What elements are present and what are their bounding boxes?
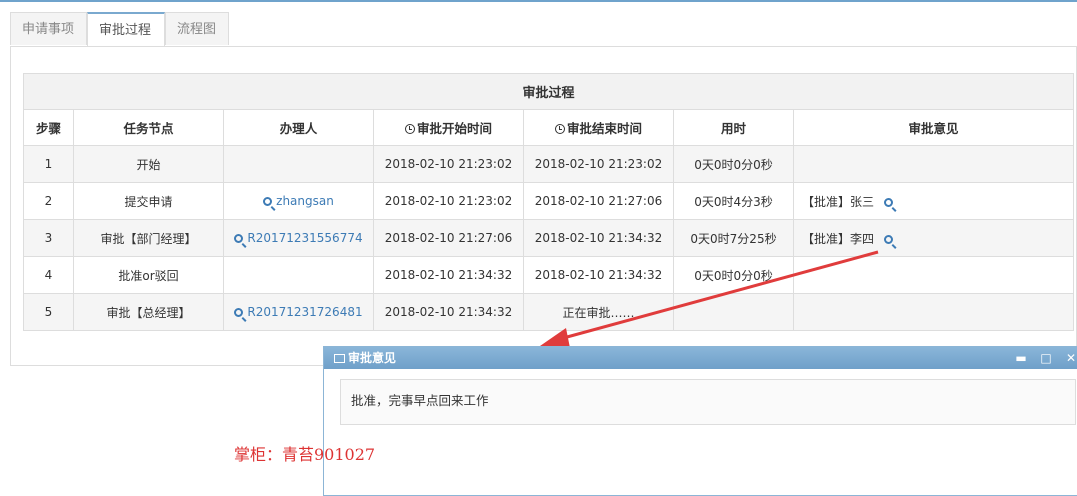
dialog-title: 审批意见	[348, 351, 397, 365]
maximize-button[interactable]: □	[1037, 347, 1055, 369]
cell-step: 3	[23, 219, 74, 257]
cell-opinion: 【批准】张三	[792, 182, 1075, 220]
search-icon	[234, 234, 244, 243]
handler-link[interactable]: zhangsan	[263, 194, 334, 208]
cell-node: 批准or驳回	[73, 256, 224, 294]
cell-node: 审批【部门经理】	[73, 219, 224, 257]
header-step: 步骤	[23, 109, 74, 146]
clock-icon	[404, 124, 415, 134]
cell-handler: R20171231726481	[223, 293, 374, 331]
cell-step: 4	[23, 256, 74, 294]
cell-handler	[223, 145, 374, 183]
cell-start-time: 2018-02-10 21:34:32	[373, 293, 524, 331]
search-icon	[263, 197, 273, 206]
cell-handler: zhangsan	[223, 182, 374, 220]
table-row: 5 审批【总经理】 R20171231726481 2018-02-10 21:…	[23, 293, 1075, 331]
cell-start-time: 2018-02-10 21:23:02	[373, 145, 524, 183]
header-handler: 办理人	[223, 109, 374, 146]
dialog-content: 批准，完事早点回来工作	[340, 379, 1076, 425]
minimize-button[interactable]: ▬	[1012, 347, 1030, 369]
watermark-text: 掌柜：青苔901027	[234, 445, 376, 464]
header-duration: 用时	[673, 109, 794, 146]
header-end-time: 审批结束时间	[523, 109, 674, 146]
cell-start-time: 2018-02-10 21:34:32	[373, 256, 524, 294]
window-icon	[334, 354, 345, 363]
search-icon[interactable]	[883, 197, 893, 207]
cell-end-time: 2018-02-10 21:23:02	[523, 145, 674, 183]
cell-step: 5	[23, 293, 74, 331]
top-border	[0, 0, 1077, 2]
cell-start-time: 2018-02-10 21:23:02	[373, 182, 524, 220]
cell-opinion	[792, 293, 1075, 331]
cell-node: 审批【总经理】	[73, 293, 224, 331]
header-start-time: 审批开始时间	[373, 109, 524, 146]
cell-step: 2	[23, 182, 74, 220]
close-button[interactable]: ✕	[1062, 347, 1077, 369]
cell-end-time: 2018-02-10 21:27:06	[523, 182, 674, 220]
approval-table: 审批过程 步骤 任务节点 办理人 审批开始时间 审批结束时间 用时 审批意见 1…	[22, 73, 1075, 331]
dialog-title-bar[interactable]: 审批意见 ▬ □ ✕	[324, 347, 1077, 369]
cell-duration	[673, 293, 794, 331]
cell-opinion	[792, 256, 1075, 294]
cell-duration: 0天0时7分25秒	[673, 219, 794, 257]
handler-link[interactable]: R20171231556774	[234, 231, 363, 245]
table-caption: 审批过程	[22, 73, 1075, 110]
header-opinion: 审批意见	[792, 109, 1075, 146]
handler-link[interactable]: R20171231726481	[234, 305, 363, 319]
cell-end-time: 正在审批……	[523, 293, 674, 331]
cell-start-time: 2018-02-10 21:27:06	[373, 219, 524, 257]
cell-end-time: 2018-02-10 21:34:32	[523, 256, 674, 294]
table-row: 4 批准or驳回 2018-02-10 21:34:32 2018-02-10 …	[23, 256, 1075, 294]
search-icon[interactable]	[883, 234, 893, 244]
cell-node: 提交申请	[73, 182, 224, 220]
table-row: 2 提交申请 zhangsan 2018-02-10 21:23:02 2018…	[23, 182, 1075, 220]
clock-icon	[554, 124, 565, 134]
table-row: 3 审批【部门经理】 R20171231556774 2018-02-10 21…	[23, 219, 1075, 257]
header-node: 任务节点	[73, 109, 224, 146]
tab-flowchart[interactable]: 流程图	[165, 12, 229, 45]
cell-duration: 0天0时0分0秒	[673, 256, 794, 294]
cell-handler: R20171231556774	[223, 219, 374, 257]
cell-end-time: 2018-02-10 21:34:32	[523, 219, 674, 257]
cell-node: 开始	[73, 145, 224, 183]
cell-duration: 0天0时0分0秒	[673, 145, 794, 183]
tab-bar: 申请事项 审批过程 流程图	[10, 12, 1077, 47]
cell-opinion: 【批准】李四	[792, 219, 1075, 257]
tab-application-items[interactable]: 申请事项	[10, 12, 87, 45]
cell-step: 1	[23, 145, 74, 183]
cell-duration: 0天0时4分3秒	[673, 182, 794, 220]
opinion-dialog: 审批意见 ▬ □ ✕ 批准，完事早点回来工作	[323, 346, 1077, 496]
table-row: 1 开始 2018-02-10 21:23:02 2018-02-10 21:2…	[23, 145, 1075, 183]
cell-handler	[223, 256, 374, 294]
cell-opinion	[792, 145, 1075, 183]
search-icon	[234, 308, 244, 317]
tab-approval-process[interactable]: 审批过程	[87, 12, 165, 47]
